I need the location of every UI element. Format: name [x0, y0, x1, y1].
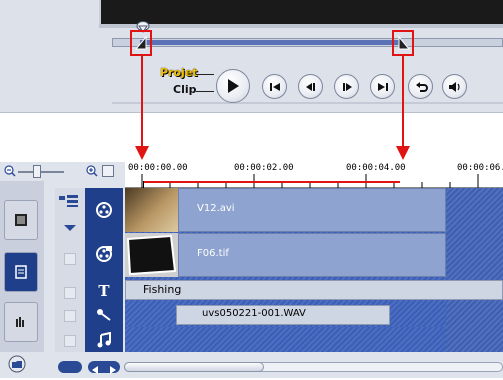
play-icon: [228, 79, 239, 93]
ruler-timecode: 00:00:00.00: [128, 163, 188, 173]
video-clip-thumbnail[interactable]: [125, 188, 178, 232]
timeline-view-tab[interactable]: [4, 252, 38, 292]
multi-track-icon[interactable]: [58, 194, 80, 208]
playhead[interactable]: [143, 181, 144, 188]
track-lock-toggle[interactable]: [64, 335, 76, 347]
expand-down-icon[interactable]: [63, 224, 77, 232]
track-controls-column: [55, 188, 85, 352]
preview-window: [99, 0, 503, 24]
play-button[interactable]: [216, 69, 250, 103]
previous-frame-icon: [305, 82, 315, 91]
trim-range-fill: [140, 40, 402, 45]
speaker-icon: [448, 81, 460, 92]
highlight-box-end: [392, 30, 414, 56]
track-lock-toggle[interactable]: [64, 287, 76, 299]
voice-clip-name: uvs050221-001.WAV: [202, 308, 306, 319]
audio-view-tab[interactable]: [4, 302, 38, 342]
next-frame-button[interactable]: [334, 74, 359, 99]
repeat-icon: [415, 81, 428, 92]
fit-project-button[interactable]: [102, 165, 114, 177]
title-clip[interactable]: [125, 280, 503, 300]
title-track-icon: T: [98, 282, 110, 300]
clip-mode-label[interactable]: Clip: [173, 83, 197, 96]
zoom-out-icon[interactable]: [4, 165, 16, 177]
track-lock-toggle[interactable]: [64, 253, 76, 265]
project-mode-connector: [196, 74, 214, 75]
timeline-icon: [15, 265, 27, 279]
audio-bars-icon: [16, 317, 24, 327]
title-clip-name: Fishing: [143, 283, 182, 296]
volume-button[interactable]: [442, 74, 467, 99]
clip-mode-connector: [196, 91, 214, 92]
storyboard-view-tab[interactable]: [4, 200, 38, 240]
ruler-timecode: 00:00:04.00: [346, 163, 406, 173]
track-lock-toggle[interactable]: [64, 310, 76, 322]
scroll-tracks-button[interactable]: [88, 361, 120, 374]
arrows-left-right-icon: [92, 366, 116, 374]
go-to-end-icon: [377, 82, 388, 91]
film-strip-icon: [15, 214, 27, 226]
overlay-track-icon: [94, 244, 114, 264]
zoom-in-icon[interactable]: [86, 165, 98, 177]
repeat-button[interactable]: [408, 74, 433, 99]
track-empty-area[interactable]: [446, 188, 503, 352]
preview-bottom-edge: [99, 24, 503, 28]
home-button[interactable]: [262, 74, 287, 99]
go-to-start-icon: [269, 82, 280, 91]
pointer-arrow-end: [402, 56, 404, 150]
ruler-timecode: 00:00:02.00: [234, 163, 294, 173]
ruler-timecode: 00:00:06.0: [457, 163, 503, 173]
video-track-icon: [94, 200, 114, 220]
next-frame-icon: [342, 82, 352, 91]
video-clip-name: V12.avi: [197, 203, 235, 214]
horizontal-scrollbar-thumb[interactable]: [124, 362, 264, 372]
overlay-clip-thumbnail[interactable]: [125, 233, 178, 277]
project-mode-label[interactable]: Projet: [160, 66, 198, 79]
trim-range-marker: [144, 181, 400, 183]
zoom-slider-thumb[interactable]: [33, 165, 41, 178]
end-button[interactable]: [370, 74, 395, 99]
panel-divider: [112, 102, 503, 104]
voice-track-icon: [94, 305, 114, 325]
overlay-clip-name: F06.tif: [197, 248, 229, 259]
music-track-icon: [94, 330, 114, 350]
pointer-arrow-start: [141, 56, 143, 150]
arrow-head-end-icon: [396, 146, 410, 160]
previous-frame-button[interactable]: [298, 74, 323, 99]
open-folder-icon[interactable]: [8, 355, 26, 373]
zoom-slider[interactable]: [18, 171, 64, 173]
arrow-head-start-icon: [135, 146, 149, 160]
insert-media-button[interactable]: [58, 361, 82, 373]
highlight-box-start: [130, 30, 152, 56]
